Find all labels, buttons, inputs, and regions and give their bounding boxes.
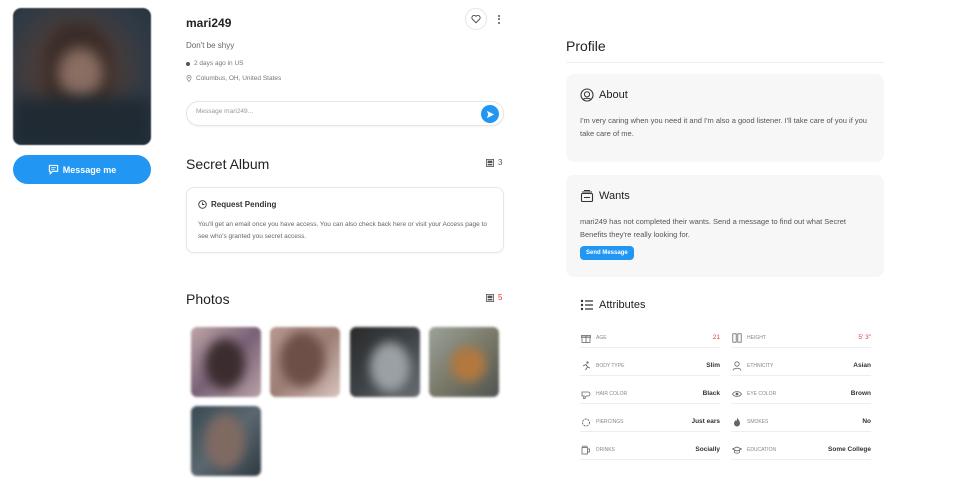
photo-thumbnail[interactable]: [191, 327, 261, 397]
attribute-value: Slim: [706, 362, 720, 369]
heart-icon: [471, 14, 481, 24]
attribute-label: PIERCINGS: [596, 418, 624, 425]
message-me-button[interactable]: Message me: [13, 155, 151, 184]
list-icon: [580, 299, 593, 311]
attribute-label: BODY TYPE: [596, 362, 625, 369]
attribute-body-type: BODY TYPE Slim: [580, 356, 720, 376]
secret-album-title: Secret Album: [186, 156, 270, 172]
wants-heading: Wants: [580, 189, 630, 203]
about-card: About I'm very caring when you need it a…: [566, 74, 884, 162]
attribute-value: 5' 3": [858, 334, 871, 341]
attribute-education: EDUCATION Some College: [731, 440, 871, 460]
attribute-hair-color: HAIR COLOR Black: [580, 384, 720, 404]
person-icon: [731, 360, 743, 372]
chat-icon: [48, 164, 58, 175]
attribute-label: ETHNICITY: [747, 362, 774, 369]
send-button[interactable]: [481, 105, 499, 123]
attribute-label: SMOKES: [747, 418, 769, 425]
photos-count-value: 5: [498, 293, 503, 302]
attribute-label: EYE COLOR: [747, 390, 777, 397]
send-arrow-icon: [486, 110, 494, 118]
clock-icon: [198, 200, 207, 209]
mug-icon: [580, 444, 592, 456]
photo-thumbnail[interactable]: [191, 406, 261, 476]
attribute-label: EDUCATION: [747, 446, 777, 453]
flame-icon: [731, 416, 743, 428]
attribute-value: Socially: [695, 446, 720, 453]
wants-card: Wants mari249 has not completed their wa…: [566, 175, 884, 277]
photo-thumbnail[interactable]: [429, 327, 499, 397]
secret-album-count: 3: [486, 158, 502, 167]
location-pin-icon: [186, 75, 192, 82]
attribute-label: HEIGHT: [747, 334, 766, 341]
photos-title: Photos: [186, 291, 230, 307]
image-icon: [486, 293, 494, 302]
attribute-value: Black: [702, 390, 720, 397]
gift-icon: [580, 332, 592, 344]
smiley-icon: [580, 88, 594, 102]
eye-icon: [731, 388, 743, 400]
attribute-label: DRINKS: [596, 446, 615, 453]
last-active: 2 days ago in US: [186, 60, 244, 67]
message-composer: [186, 101, 504, 126]
attribute-value: Just ears: [691, 418, 720, 425]
send-message-button[interactable]: Send Message: [580, 246, 634, 260]
more-options-icon[interactable]: [494, 10, 504, 28]
attribute-piercings: PIERCINGS Just ears: [580, 412, 720, 432]
attribute-height: HEIGHT 5' 3": [731, 328, 871, 348]
attribute-value: Some College: [828, 446, 871, 453]
photo-thumbnail[interactable]: [350, 327, 420, 397]
favorite-button[interactable]: [465, 8, 487, 30]
request-pending-title: Request Pending: [211, 200, 277, 209]
request-pending-card: Request Pending You'll get an email once…: [186, 187, 504, 253]
attribute-smokes: SMOKES No: [731, 412, 871, 432]
attribute-age: AGE 21: [580, 328, 720, 348]
activity-dot-icon: [186, 61, 190, 66]
attribute-label: HAIR COLOR: [596, 390, 628, 397]
attribute-value: No: [862, 418, 871, 425]
about-text: I'm very caring when you need it and I'm…: [580, 116, 867, 138]
hair-dryer-icon: [580, 388, 592, 400]
tagline: Don't be shyy: [186, 41, 235, 50]
photos-count: 5: [486, 293, 502, 302]
running-figure-icon: [580, 360, 592, 372]
message-input[interactable]: [196, 108, 466, 115]
attribute-eye-color: EYE COLOR Brown: [731, 384, 871, 404]
location-text: Columbus, OH, United States: [196, 75, 282, 82]
attributes-title: Attributes: [599, 299, 646, 311]
ring-icon: [580, 416, 592, 428]
username: mari249: [186, 16, 232, 30]
location: Columbus, OH, United States: [186, 75, 281, 82]
attribute-value: Brown: [850, 390, 871, 397]
attribute-drinks: DRINKS Socially: [580, 440, 720, 460]
attribute-label: AGE: [596, 334, 607, 341]
attributes-heading: Attributes: [580, 298, 645, 312]
photo-thumbnail[interactable]: [270, 327, 340, 397]
request-pending-text: You'll get an email once you have access…: [198, 221, 487, 240]
profile-avatar[interactable]: [13, 8, 151, 145]
wants-title: Wants: [599, 190, 630, 202]
profile-divider: [566, 62, 884, 63]
wants-list-icon: [580, 189, 594, 203]
graduation-cap-icon: [731, 444, 743, 456]
attribute-value: Asian: [853, 362, 871, 369]
attribute-value: 21: [712, 334, 720, 341]
image-icon: [486, 158, 494, 167]
wants-text: mari249 has not completed their wants. S…: [580, 217, 846, 239]
about-heading: About: [580, 88, 628, 102]
profile-title: Profile: [566, 38, 606, 54]
request-pending-heading: Request Pending: [198, 200, 276, 209]
last-active-text: 2 days ago in US: [194, 60, 244, 67]
attribute-ethnicity: ETHNICITY Asian: [731, 356, 871, 376]
ruler-icon: [731, 332, 743, 344]
message-me-label: Message me: [62, 164, 117, 175]
secret-album-count-value: 3: [498, 158, 503, 167]
about-title: About: [599, 89, 628, 101]
